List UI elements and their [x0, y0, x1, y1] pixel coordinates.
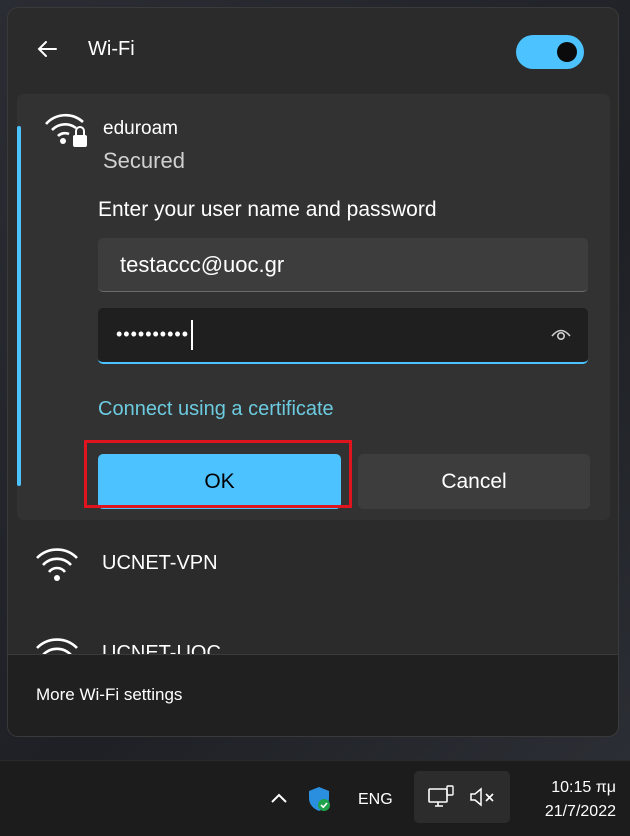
back-arrow-icon[interactable]: [34, 36, 60, 62]
connect-certificate-link[interactable]: Connect using a certificate: [98, 398, 334, 421]
taskbar: ENG 10:15 πμ 21/7/2022: [0, 760, 630, 836]
text-caret: [191, 320, 194, 351]
credentials-prompt: Enter your user name and password: [98, 198, 437, 221]
network-security: Secured: [103, 148, 185, 173]
wifi-lock-icon: [45, 113, 87, 147]
page-title: Wi-Fi: [88, 38, 135, 60]
cancel-button[interactable]: Cancel: [358, 454, 590, 509]
ok-button[interactable]: OK: [98, 454, 341, 509]
username-field[interactable]: testaccc@uoc.gr: [98, 238, 588, 292]
eye-icon[interactable]: [550, 325, 572, 343]
chevron-up-icon[interactable]: [270, 791, 288, 805]
password-mask: ••••••••••: [116, 324, 190, 344]
password-field[interactable]: ••••••••••: [98, 308, 588, 364]
shield-icon[interactable]: [306, 785, 332, 813]
network-list-item[interactable]: UCNET-VPN: [8, 528, 618, 598]
selected-network-panel: eduroam Secured Enter your user name and…: [17, 94, 610, 520]
wifi-flyout: Wi-Fi eduroam Secured Enter your user na…: [8, 8, 618, 736]
network-icon: [428, 785, 454, 807]
flyout-header: Wi-Fi: [8, 8, 618, 92]
wifi-toggle[interactable]: [516, 35, 584, 69]
selection-accent-bar: [17, 126, 21, 486]
network-name: UCNET-VPN: [102, 552, 218, 574]
speaker-muted-icon: [470, 787, 494, 807]
network-ssid: eduroam: [103, 118, 178, 139]
toggle-knob: [557, 42, 577, 62]
clock-time[interactable]: 10:15 πμ: [551, 779, 616, 797]
more-wifi-settings-link[interactable]: More Wi-Fi settings: [36, 685, 182, 705]
clock-date[interactable]: 21/7/2022: [545, 803, 616, 821]
quick-settings-tray[interactable]: [414, 771, 510, 823]
wifi-icon: [36, 548, 78, 581]
password-value: ••••••••••: [116, 320, 194, 351]
language-indicator[interactable]: ENG: [358, 791, 393, 809]
flyout-footer: More Wi-Fi settings: [8, 654, 618, 736]
